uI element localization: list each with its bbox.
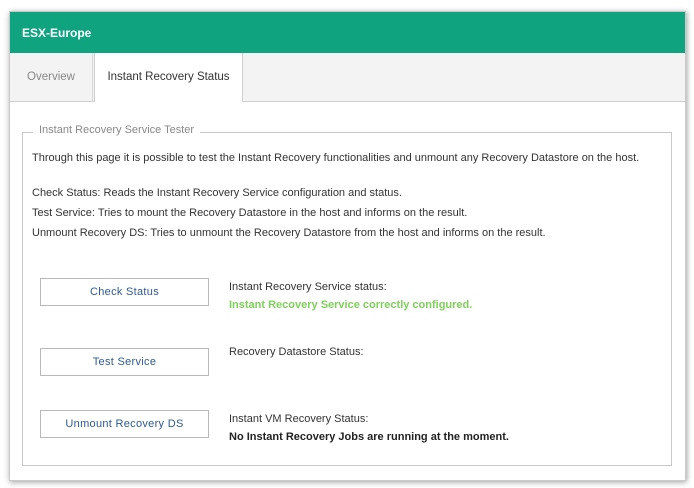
host-panel: ESX-Europe Overview Instant Recovery Sta…: [9, 11, 686, 481]
vm-recovery-status-value: No Instant Recovery Jobs are running at …: [229, 431, 509, 443]
datastore-status-label: Recovery Datastore Status:: [229, 346, 364, 358]
unmount-description: Unmount Recovery DS: Tries to unmount th…: [32, 227, 546, 239]
check-status-description: Check Status: Reads the Instant Recovery…: [32, 187, 402, 199]
vm-recovery-status-label: Instant VM Recovery Status:: [229, 413, 369, 425]
tab-content: Instant Recovery Service Tester Through …: [10, 102, 685, 480]
test-service-description: Test Service: Tries to mount the Recover…: [32, 207, 468, 219]
test-service-button[interactable]: Test Service: [40, 348, 209, 376]
intro-text: Through this page it is possible to test…: [32, 152, 640, 164]
service-status-label: Instant Recovery Service status:: [229, 281, 387, 293]
service-status-value: Instant Recovery Service correctly confi…: [229, 299, 473, 311]
tab-instant-recovery-status[interactable]: Instant Recovery Status: [94, 53, 243, 103]
window-title: ESX-Europe: [10, 12, 685, 53]
check-status-button[interactable]: Check Status: [40, 278, 209, 306]
tester-legend: Instant Recovery Service Tester: [33, 124, 201, 136]
tab-overview[interactable]: Overview: [10, 53, 93, 102]
unmount-recovery-ds-button[interactable]: Unmount Recovery DS: [40, 410, 209, 438]
tab-strip: Overview Instant Recovery Status: [10, 53, 685, 103]
